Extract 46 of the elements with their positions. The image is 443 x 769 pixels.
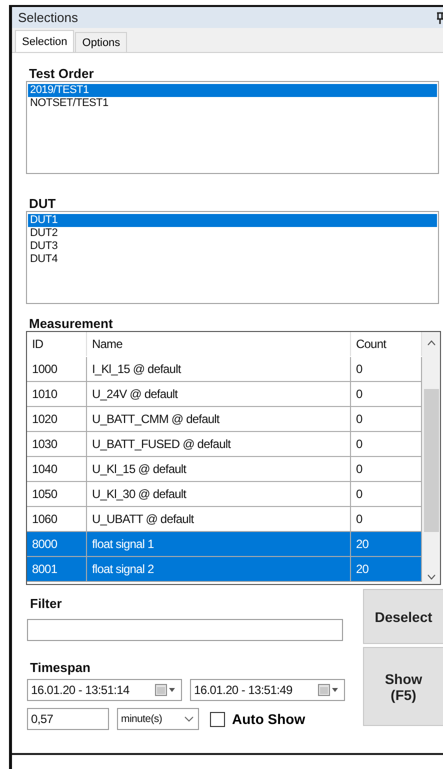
amount-field[interactable]: 0,57: [27, 708, 109, 730]
tab[interactable]: Options: [75, 32, 128, 52]
pin-icon[interactable]: [437, 12, 443, 24]
calendar-dropdown-icon[interactable]: [318, 684, 340, 696]
tab[interactable]: Selection: [15, 30, 74, 52]
section-label: Timespan: [30, 661, 92, 675]
table-cell: float signal 2: [87, 557, 351, 582]
table-row[interactable]: 1050 U_Kl_30 @ default 0: [27, 482, 422, 507]
list-item[interactable]: DUT4: [28, 253, 437, 266]
table-row[interactable]: 1020 U_BATT_CMM @ default 0: [27, 407, 422, 432]
show-button[interactable]: Show (F5): [363, 647, 443, 726]
start-date-field[interactable]: 16.01.20 - 13:51:14: [27, 679, 182, 701]
table-row[interactable]: 1060 U_UBATT @ default 0: [27, 507, 422, 532]
scroll-down-icon[interactable]: [426, 574, 436, 580]
section-label: DUT: [29, 197, 57, 211]
column-header[interactable]: Name: [87, 332, 351, 356]
auto-show-checkbox[interactable]: [210, 712, 225, 726]
table-row[interactable]: 1030 U_BATT_FUSED @ default 0: [27, 432, 422, 457]
list-item[interactable]: DUT1: [28, 214, 437, 227]
window-title: Selections: [18, 10, 78, 25]
scrollbar[interactable]: [422, 332, 440, 584]
chevron-down-icon: [184, 716, 194, 722]
end-date-field[interactable]: 16.01.20 - 13:51:49: [190, 679, 345, 701]
section-label: Test Order: [29, 67, 95, 81]
test-order-list[interactable]: 2019/TEST1 NOTSET/TEST1: [26, 81, 439, 174]
section-label: Measurement: [29, 317, 114, 331]
column-header[interactable]: ID: [27, 332, 87, 356]
list-item[interactable]: DUT3: [28, 240, 437, 253]
table-row[interactable]: 1040 U_Kl_15 @ default 0: [27, 457, 422, 482]
table-row[interactable]: 1000 I_Kl_15 @ default 0: [27, 357, 422, 382]
unit-dropdown[interactable]: minute(s): [117, 708, 199, 730]
section-label: Filter: [30, 597, 63, 611]
checkbox-label: Auto Show: [232, 711, 306, 727]
scroll-thumb[interactable]: [424, 388, 438, 532]
table-row[interactable]: 8001 float signal 2 20: [27, 557, 422, 582]
deselect-button[interactable]: Deselect: [363, 589, 443, 644]
list-item[interactable]: DUT2: [28, 227, 437, 240]
table-row[interactable]: 8000 float signal 1 20: [27, 532, 422, 557]
table-row[interactable]: 1010 U_24V @ default 0: [27, 382, 422, 407]
filter-field[interactable]: [27, 619, 343, 641]
dut-list[interactable]: DUT1 DUT2 DUT3 DUT4: [26, 211, 439, 304]
table-cell: 8001: [27, 557, 87, 582]
calendar-dropdown-icon[interactable]: [155, 684, 177, 696]
list-item[interactable]: 2019/TEST1: [28, 84, 437, 97]
scroll-up-icon[interactable]: [426, 340, 436, 346]
list-item[interactable]: NOTSET/TEST1: [28, 97, 437, 110]
